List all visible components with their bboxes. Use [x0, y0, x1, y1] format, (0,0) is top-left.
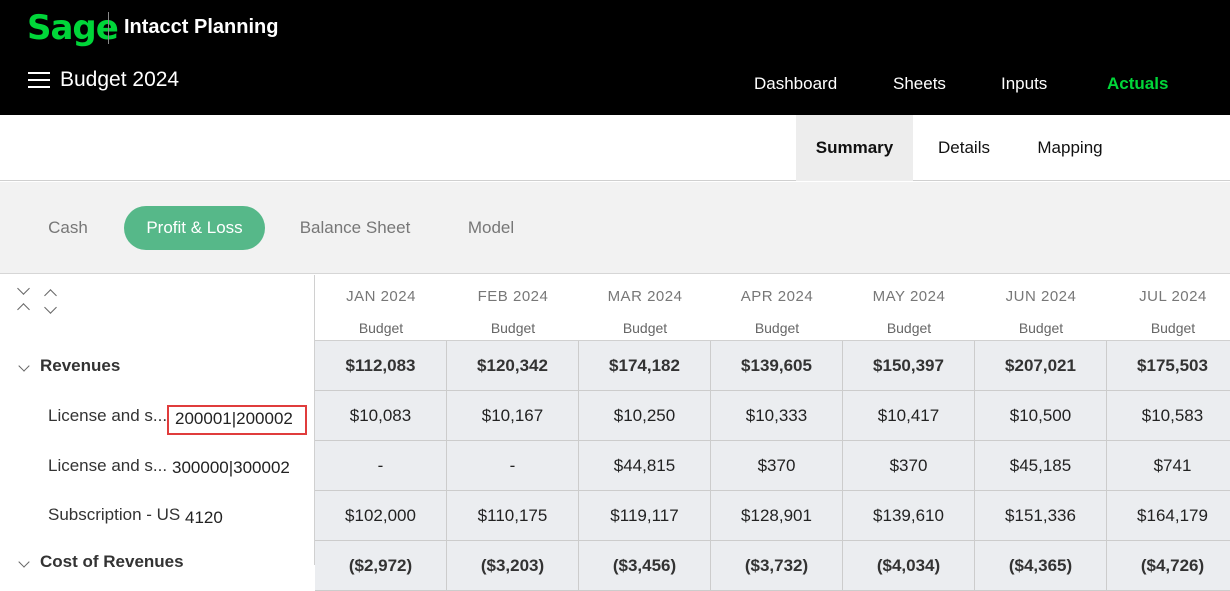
- total-cell[interactable]: $175,503: [1107, 341, 1230, 391]
- total-cell[interactable]: $174,182: [579, 341, 711, 391]
- account-code-license-1: 200001|200002: [175, 409, 293, 428]
- column-month-label: JUL 2024: [1139, 288, 1207, 305]
- tab-mapping[interactable]: Mapping: [1020, 115, 1120, 181]
- column-headers: JAN 2024 Budget FEB 2024 Budget MAR 2024 Budg…: [315, 275, 1230, 341]
- value-cell[interactable]: $10,333: [711, 391, 843, 441]
- column-month-label: FEB 2024: [477, 288, 549, 305]
- value-cell[interactable]: $45,185: [975, 441, 1107, 491]
- data-cells: $112,083 $120,342 $174,182 $139,605 $150,397…: [315, 341, 1230, 591]
- column-header[interactable]: FEB 2024 Budget: [447, 275, 579, 341]
- cost-of-revenues-chevron-icon[interactable]: [18, 556, 30, 568]
- nav-dashboard[interactable]: Dashboard: [754, 74, 837, 94]
- expand-down-icon[interactable]: [17, 282, 30, 295]
- value-cell[interactable]: $128,901: [711, 491, 843, 541]
- value-cell[interactable]: -: [315, 441, 447, 491]
- total-cell[interactable]: ($3,203): [447, 541, 579, 591]
- value-cell[interactable]: $10,083: [315, 391, 447, 441]
- expand-collapse-controls: [16, 281, 64, 316]
- value-cell[interactable]: $44,815: [579, 441, 711, 491]
- column-scenario-label: Budget: [622, 320, 668, 336]
- total-cell[interactable]: ($3,732): [711, 541, 843, 591]
- tab-details[interactable]: Details: [920, 115, 1008, 181]
- column-header[interactable]: JUL 2024 Budget: [1107, 275, 1230, 341]
- account-code-subscription: 4120: [185, 508, 223, 527]
- column-header[interactable]: MAY 2024 Budget: [843, 275, 975, 341]
- row-label-cost-of-revenues: Cost of Revenues: [40, 552, 184, 571]
- value-cell[interactable]: $370: [711, 441, 843, 491]
- column-month-label: JAN 2024: [346, 288, 416, 305]
- collapse-up-icon[interactable]: [17, 303, 30, 316]
- column-month-label: MAR 2024: [607, 288, 683, 305]
- column-month-label: APR 2024: [740, 288, 814, 305]
- pill-profit-loss[interactable]: Profit & Loss: [124, 206, 265, 250]
- column-header[interactable]: JAN 2024 Budget: [315, 275, 447, 341]
- total-cell[interactable]: ($2,972): [315, 541, 447, 591]
- collapse-all-up-icon[interactable]: [44, 289, 57, 302]
- value-cell[interactable]: $370: [843, 441, 975, 491]
- expand-all-down-icon[interactable]: [44, 301, 57, 314]
- hamburger-menu-icon[interactable]: [28, 72, 50, 88]
- value-cell[interactable]: $139,610: [843, 491, 975, 541]
- column-scenario-label: Budget: [754, 320, 800, 336]
- page-title: Budget 2024: [60, 68, 180, 91]
- pill-balance-sheet[interactable]: Balance Sheet: [290, 206, 420, 250]
- value-cell[interactable]: $151,336: [975, 491, 1107, 541]
- total-cell[interactable]: $120,342: [447, 341, 579, 391]
- total-cell[interactable]: ($4,034): [843, 541, 975, 591]
- column-scenario-label: Budget: [886, 320, 932, 336]
- nav-actuals[interactable]: Actuals: [1107, 74, 1168, 94]
- sage-logo: Sage: [27, 8, 119, 48]
- row-label-license-1: License and s...: [48, 406, 168, 425]
- value-cell[interactable]: $110,175: [447, 491, 579, 541]
- value-cell[interactable]: $164,179: [1107, 491, 1230, 541]
- column-scenario-label: Budget: [358, 320, 404, 336]
- total-cell[interactable]: $150,397: [843, 341, 975, 391]
- column-header[interactable]: APR 2024 Budget: [711, 275, 843, 341]
- row-header-column: Revenues License and s... 200001|200002 …: [0, 275, 315, 571]
- product-name: Intacct Planning: [124, 16, 279, 38]
- row-label-license-2: License and s...: [48, 456, 168, 475]
- nav-sheets[interactable]: Sheets: [893, 74, 946, 94]
- logo-divider: [108, 12, 109, 44]
- total-cell[interactable]: ($4,365): [975, 541, 1107, 591]
- row-label-revenues: Revenues: [40, 356, 121, 375]
- column-scenario-label: Budget: [490, 320, 536, 336]
- column-month-label: MAY 2024: [872, 288, 946, 305]
- column-scenario-label: Budget: [1150, 320, 1196, 336]
- app-header: Sage Intacct Planning Budget 2024 Dashbo…: [0, 0, 1230, 115]
- column-month-label: JUN 2024: [1005, 288, 1077, 305]
- row-label-subscription: Subscription - US: [48, 505, 181, 524]
- nav-inputs[interactable]: Inputs: [1001, 74, 1047, 94]
- column-header[interactable]: JUN 2024 Budget: [975, 275, 1107, 341]
- pl-grid: Revenues License and s... 200001|200002 …: [0, 275, 1230, 591]
- column-scenario-label: Budget: [1018, 320, 1064, 336]
- statement-pill-bar: Cash Profit & Loss Balance Sheet Model: [0, 182, 1230, 274]
- value-cell[interactable]: $119,117: [579, 491, 711, 541]
- value-cell[interactable]: $10,583: [1107, 391, 1230, 441]
- account-code-license-2: 300000|300002: [172, 458, 290, 477]
- total-cell[interactable]: ($4,726): [1107, 541, 1230, 591]
- revenues-chevron-icon[interactable]: [18, 360, 30, 372]
- value-cell[interactable]: $741: [1107, 441, 1230, 491]
- value-cell[interactable]: $10,250: [579, 391, 711, 441]
- pill-cash[interactable]: Cash: [36, 206, 100, 250]
- value-cell[interactable]: -: [447, 441, 579, 491]
- view-subtabs: Summary Details Mapping: [0, 115, 1230, 181]
- value-cell[interactable]: $10,417: [843, 391, 975, 441]
- column-header[interactable]: MAR 2024 Budget: [579, 275, 711, 341]
- tab-summary[interactable]: Summary: [796, 115, 913, 181]
- total-cell[interactable]: $139,605: [711, 341, 843, 391]
- value-cell[interactable]: $10,167: [447, 391, 579, 441]
- total-cell[interactable]: ($3,456): [579, 541, 711, 591]
- pill-model[interactable]: Model: [455, 206, 527, 250]
- total-cell[interactable]: $112,083: [315, 341, 447, 391]
- value-cell[interactable]: $102,000: [315, 491, 447, 541]
- value-cell[interactable]: $10,500: [975, 391, 1107, 441]
- total-cell[interactable]: $207,021: [975, 341, 1107, 391]
